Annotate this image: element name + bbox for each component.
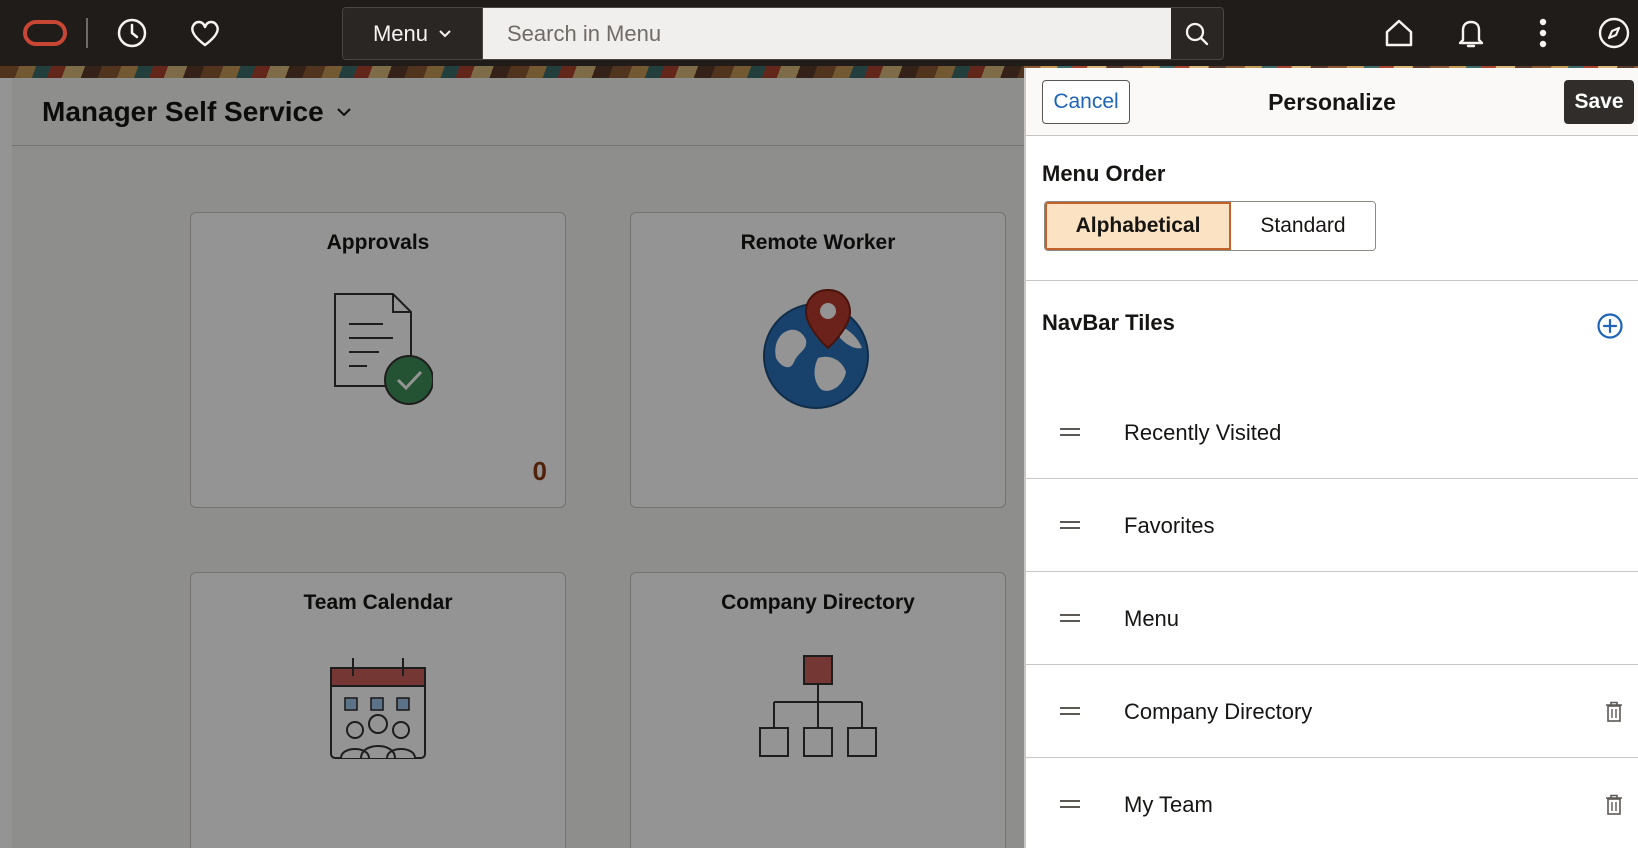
menu-search-group: Menu bbox=[342, 7, 1224, 60]
navbar-item-favorites[interactable]: Favorites bbox=[1026, 479, 1638, 572]
navbar-item-menu[interactable]: Menu bbox=[1026, 572, 1638, 665]
search-icon bbox=[1185, 22, 1209, 45]
order-option-standard[interactable]: Standard bbox=[1231, 202, 1375, 250]
compass-icon[interactable] bbox=[1595, 14, 1633, 52]
drag-handle-icon[interactable] bbox=[1058, 701, 1082, 721]
navbar-item-label: Menu bbox=[1124, 605, 1180, 631]
navbar-item-label: Recently Visited bbox=[1124, 419, 1282, 445]
bell-icon[interactable] bbox=[1452, 14, 1490, 52]
drag-handle-icon[interactable] bbox=[1058, 422, 1082, 442]
heart-icon[interactable] bbox=[186, 14, 224, 52]
menu-search-input[interactable] bbox=[483, 8, 1171, 59]
trash-icon[interactable] bbox=[1602, 699, 1626, 725]
more-vertical-icon[interactable] bbox=[1524, 14, 1562, 52]
order-option-alphabetical[interactable]: Alphabetical bbox=[1045, 202, 1231, 250]
navbar-item-label: My Team bbox=[1124, 791, 1213, 817]
navbar-tiles-label: NavBar Tiles bbox=[1042, 310, 1175, 335]
navbar-item-company-directory[interactable]: Company Directory bbox=[1026, 665, 1638, 758]
add-tile-button[interactable] bbox=[1592, 308, 1628, 344]
navbar-item-label: Favorites bbox=[1124, 512, 1215, 538]
clock-icon[interactable] bbox=[113, 14, 151, 52]
panel-header: Cancel Personalize Save bbox=[1026, 68, 1638, 136]
drag-handle-icon[interactable] bbox=[1058, 794, 1082, 814]
navbar-item-label: Company Directory bbox=[1124, 698, 1313, 724]
drag-handle-icon[interactable] bbox=[1058, 515, 1082, 535]
drag-handle-icon[interactable] bbox=[1058, 608, 1082, 628]
menu-order-segmented-control: Alphabetical Standard bbox=[1044, 201, 1376, 251]
topbar-separator bbox=[86, 18, 88, 48]
plus-circle-icon bbox=[1597, 313, 1623, 339]
oracle-logo-icon[interactable] bbox=[22, 14, 68, 52]
personalize-panel: Cancel Personalize Save Menu Order Alpha… bbox=[1024, 68, 1638, 848]
home-icon[interactable] bbox=[1380, 14, 1418, 52]
cancel-button[interactable]: Cancel bbox=[1042, 80, 1130, 124]
chevron-down-icon bbox=[439, 29, 451, 37]
search-button[interactable] bbox=[1171, 8, 1223, 59]
navbar-item-my-team[interactable]: My Team bbox=[1026, 758, 1638, 848]
modal-overlay[interactable] bbox=[0, 66, 1024, 848]
menu-dropdown-button[interactable]: Menu bbox=[343, 8, 483, 59]
trash-icon[interactable] bbox=[1602, 792, 1626, 818]
top-navbar: Menu bbox=[0, 0, 1638, 66]
navbar-item-recently-visited[interactable]: Recently Visited bbox=[1026, 386, 1638, 479]
menu-order-label: Menu Order bbox=[1042, 161, 1166, 186]
section-divider bbox=[1026, 280, 1638, 281]
save-button[interactable]: Save bbox=[1564, 80, 1634, 124]
menu-dropdown-label: Menu bbox=[372, 20, 429, 46]
